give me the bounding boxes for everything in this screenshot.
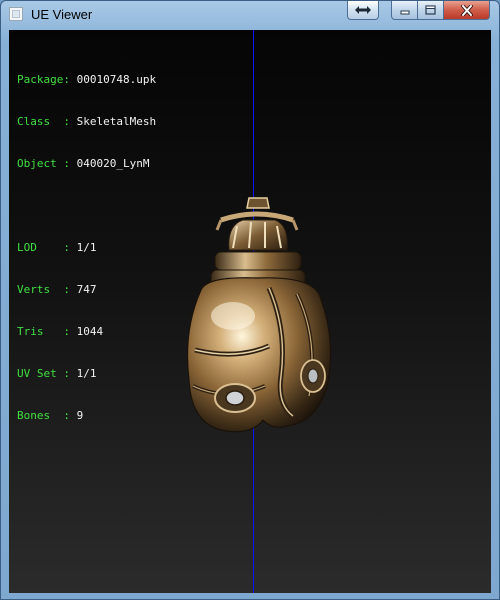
- info-label: UV Set :: [17, 367, 77, 380]
- maximize-button[interactable]: [418, 1, 444, 20]
- info-label: Bones :: [17, 409, 77, 422]
- info-value: 1044: [76, 325, 104, 338]
- mesh-info-overlay: Package: 00010748.upk Class : SkeletalMe…: [17, 45, 156, 451]
- info-value: 040020_LynM: [76, 157, 150, 170]
- info-label: LOD :: [17, 241, 77, 254]
- close-icon: [460, 4, 473, 16]
- info-value: 1/1: [76, 241, 97, 254]
- title-bar[interactable]: UE Viewer: [1, 1, 499, 29]
- info-row-verts: Verts : 747: [17, 283, 156, 297]
- info-label: Object :: [17, 157, 77, 170]
- info-label: Verts :: [17, 283, 77, 296]
- info-value: 00010748.upk: [76, 73, 157, 86]
- mesh-render: [186, 197, 332, 433]
- app-icon: [9, 7, 23, 21]
- info-label: Class :: [17, 115, 77, 128]
- toggle-fullscreen-button[interactable]: [347, 1, 379, 20]
- minimize-button[interactable]: [391, 1, 418, 20]
- info-row-lod: LOD : 1/1: [17, 241, 156, 255]
- info-row-object: Object : 040020_LynM: [17, 157, 156, 171]
- info-row-tris: Tris : 1044: [17, 325, 156, 339]
- info-value: 747: [76, 283, 97, 296]
- info-row-uvset: UV Set : 1/1: [17, 367, 156, 381]
- close-button[interactable]: [444, 1, 490, 20]
- double-arrow-icon: [355, 6, 371, 14]
- minimize-icon: [400, 10, 409, 15]
- window-title: UE Viewer: [31, 7, 93, 22]
- info-row-bones: Bones : 9: [17, 409, 156, 423]
- info-row-class: Class : SkeletalMesh: [17, 115, 156, 129]
- info-label: Package:: [17, 73, 77, 86]
- info-value: 1/1: [76, 367, 97, 380]
- info-row-package: Package: 00010748.upk: [17, 73, 156, 87]
- app-window: UE Viewer Package: 00010748.upk Class: …: [0, 0, 500, 600]
- info-label: Tris :: [17, 325, 77, 338]
- 3d-viewport[interactable]: Package: 00010748.upk Class : SkeletalMe…: [9, 30, 491, 593]
- info-value: 9: [76, 409, 84, 422]
- info-value: SkeletalMesh: [76, 115, 157, 128]
- maximize-icon: [425, 5, 436, 15]
